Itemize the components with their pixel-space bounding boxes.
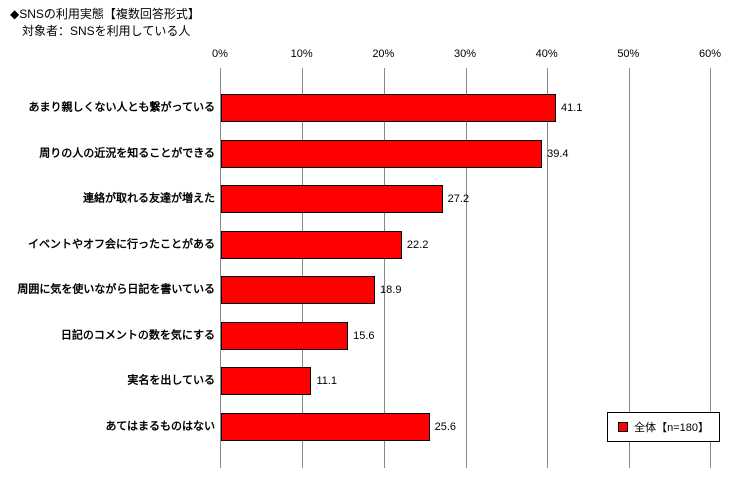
- category-label: 連絡が取れる友達が増えた: [11, 193, 221, 206]
- bar: 27.2: [221, 185, 443, 213]
- tick-label: 0%: [212, 48, 228, 60]
- bar: 25.6: [221, 413, 430, 441]
- category-label: 周りの人の近況を知ることができる: [11, 147, 221, 160]
- value-label: 11.1: [310, 375, 337, 387]
- category-label: あてはまるものはない: [11, 420, 221, 433]
- tick-label: 40%: [536, 48, 558, 60]
- gridline: [384, 68, 385, 468]
- gridline: [302, 68, 303, 468]
- category-label: 日記のコメントの数を気にする: [11, 329, 221, 342]
- legend: 全体【n=180】: [607, 412, 720, 442]
- bar-row: 周りの人の近況を知ることができる39.4: [221, 140, 710, 168]
- category-label: 周囲に気を使いながら日記を書いている: [11, 284, 221, 297]
- bar-row: 連絡が取れる友達が増えた27.2: [221, 185, 710, 213]
- gridline: [710, 68, 711, 468]
- category-label: イベントやオフ会に行ったことがある: [11, 238, 221, 251]
- value-label: 41.1: [555, 102, 582, 114]
- bar-row: あまり親しくない人とも繋がっている41.1: [221, 94, 710, 122]
- chart-area: 0%10%20%30%40%50%60% あまり親しくない人とも繋がっている41…: [220, 48, 710, 468]
- bar-row: 日記のコメントの数を気にする15.6: [221, 322, 710, 350]
- value-label: 39.4: [541, 148, 568, 160]
- value-label: 27.2: [442, 193, 469, 205]
- legend-label: 全体【n=180】: [634, 419, 709, 435]
- bar: 15.6: [221, 322, 348, 350]
- legend-swatch: [618, 422, 628, 432]
- category-label: あまり親しくない人とも繋がっている: [11, 102, 221, 115]
- bar: 18.9: [221, 276, 375, 304]
- gridline: [466, 68, 467, 468]
- plot-area: あまり親しくない人とも繋がっている41.1 周りの人の近況を知ることができる39.…: [220, 68, 710, 468]
- category-label: 実名を出している: [11, 375, 221, 388]
- tick-label: 20%: [372, 48, 394, 60]
- bar-row: 実名を出している11.1: [221, 367, 710, 395]
- gridline: [629, 68, 630, 468]
- value-label: 15.6: [347, 330, 374, 342]
- bar-row: 周囲に気を使いながら日記を書いている18.9: [221, 276, 710, 304]
- value-label: 22.2: [401, 239, 428, 251]
- chart-subtitle: 対象者：SNSを利用している人: [10, 23, 730, 40]
- bar: 22.2: [221, 231, 402, 259]
- tick-label: 30%: [454, 48, 476, 60]
- value-label: 25.6: [429, 421, 456, 433]
- tick-label: 60%: [699, 48, 721, 60]
- bar: 39.4: [221, 140, 542, 168]
- x-axis: 0%10%20%30%40%50%60%: [220, 48, 710, 68]
- gridline: [547, 68, 548, 468]
- chart-title: ◆SNSの利用実態【複数回答形式】: [10, 6, 730, 23]
- bar-row: イベントやオフ会に行ったことがある22.2: [221, 231, 710, 259]
- tick-label: 50%: [617, 48, 639, 60]
- tick-label: 10%: [291, 48, 313, 60]
- value-label: 18.9: [374, 284, 401, 296]
- bar: 41.1: [221, 94, 556, 122]
- bar: 11.1: [221, 367, 311, 395]
